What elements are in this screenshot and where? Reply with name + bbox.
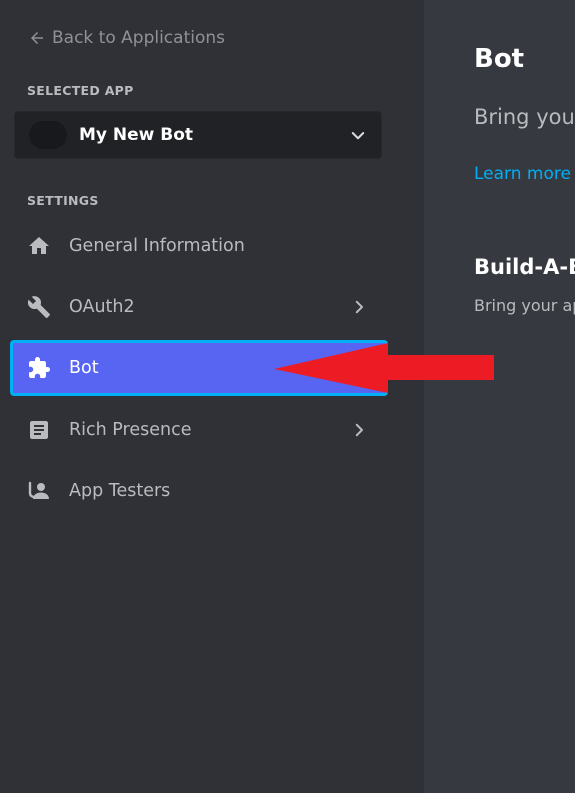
back-label: Back to Applications [52, 28, 225, 48]
page-title: Bot [474, 44, 525, 74]
person-icon [26, 478, 52, 504]
chevron-down-icon [351, 132, 365, 140]
selected-app-heading: SELECTED APP [27, 83, 134, 98]
sidebar-item-label: Rich Presence [69, 420, 192, 440]
document-icon [26, 417, 52, 443]
arrow-left-icon [31, 32, 43, 44]
sidebar-item-label: Bot [69, 358, 99, 378]
main-content: Bot Bring your Learn more a Build-A-Bo B… [424, 0, 575, 793]
section-description: Bring your ap [474, 296, 575, 315]
sidebar-item-rich-presence[interactable]: Rich Presence [10, 402, 388, 458]
chevron-right-icon [355, 300, 363, 314]
settings-heading: SETTINGS [27, 193, 99, 208]
sidebar-item-general-information[interactable]: General Information [10, 218, 388, 274]
sidebar-item-label: App Testers [69, 481, 171, 501]
sidebar-item-label: OAuth2 [69, 297, 135, 317]
page-subtitle: Bring your [474, 105, 575, 129]
back-to-applications-link[interactable]: Back to Applications [28, 27, 225, 49]
app-selector-dropdown[interactable]: My New Bot [14, 111, 382, 159]
app-avatar [29, 121, 67, 149]
sidebar: Back to Applications SELECTED APP My New… [0, 0, 424, 793]
sidebar-item-label: General Information [69, 236, 245, 256]
wrench-icon [26, 294, 52, 320]
sidebar-item-oauth2[interactable]: OAuth2 [10, 279, 388, 335]
chevron-right-icon [355, 423, 363, 437]
home-icon [26, 233, 52, 259]
section-title: Build-A-Bo [474, 255, 575, 279]
sidebar-item-app-testers[interactable]: App Testers [10, 463, 388, 519]
app-name: My New Bot [79, 125, 194, 145]
learn-more-link[interactable]: Learn more a [474, 164, 575, 184]
annotation-arrow-icon [274, 343, 494, 393]
puzzle-icon [26, 355, 52, 381]
